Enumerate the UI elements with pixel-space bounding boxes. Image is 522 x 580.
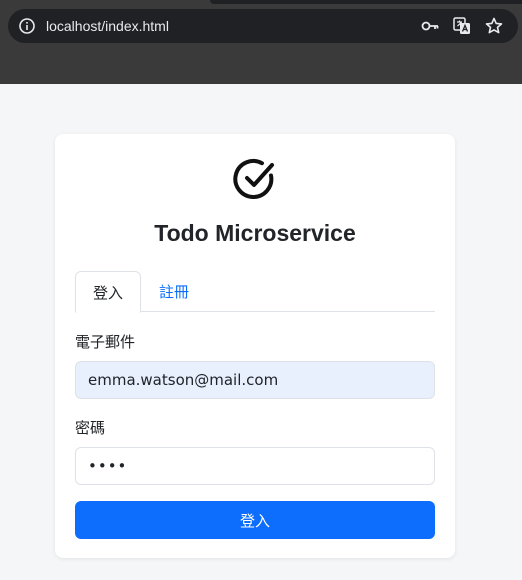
- login-button[interactable]: 登入: [75, 501, 435, 539]
- password-field[interactable]: [75, 447, 435, 485]
- browser-toolbar: localhost/index.html: [0, 0, 522, 84]
- star-icon[interactable]: [484, 16, 504, 36]
- login-card: Todo Microservice 登入 註冊 電子郵件 密碼 登入: [55, 134, 455, 558]
- page-title: Todo Microservice: [154, 220, 356, 246]
- email-label: 電子郵件: [75, 333, 136, 351]
- info-icon[interactable]: [18, 17, 36, 35]
- address-bar[interactable]: localhost/index.html: [8, 9, 518, 43]
- check-circle-icon: [233, 159, 274, 199]
- translate-icon[interactable]: [452, 16, 472, 36]
- password-label: 密碼: [75, 419, 106, 437]
- tab-register[interactable]: 註冊: [143, 271, 205, 313]
- url-text[interactable]: localhost/index.html: [46, 17, 169, 35]
- tab-strip-edge: [210, 0, 522, 4]
- tab-login[interactable]: 登入: [75, 271, 141, 313]
- key-icon[interactable]: [420, 16, 440, 36]
- auth-tabs: 登入 註冊: [75, 271, 435, 313]
- email-field[interactable]: [75, 361, 435, 399]
